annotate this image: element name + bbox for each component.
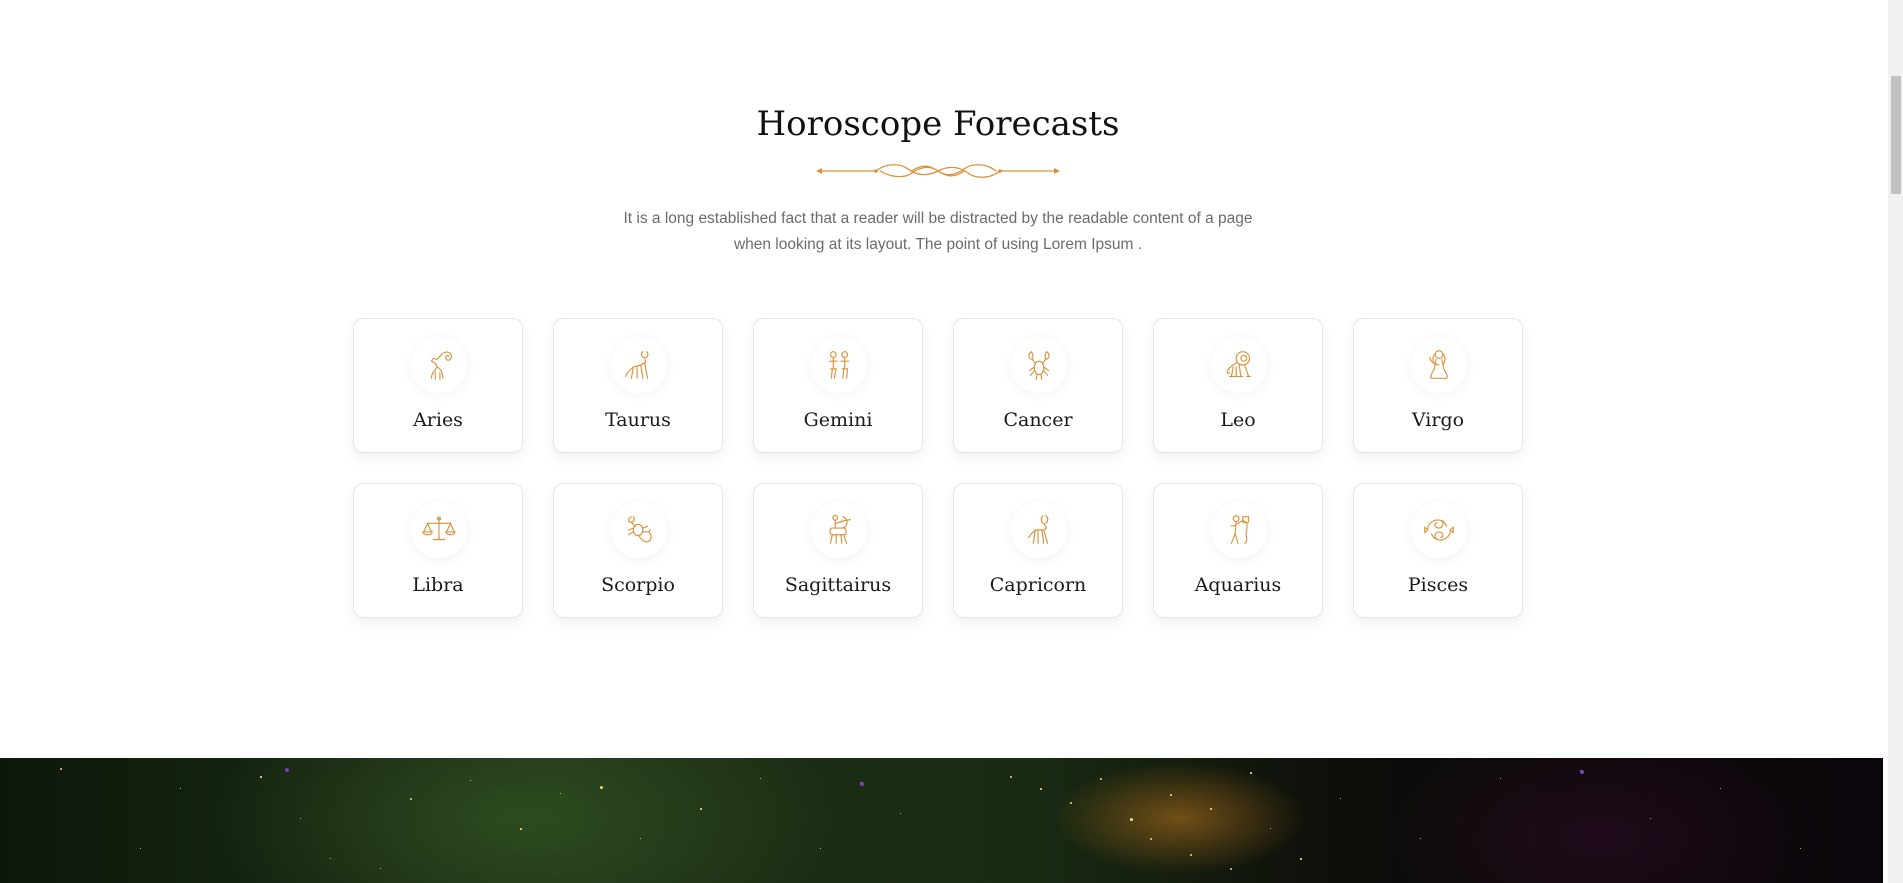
zodiac-label: Pisces xyxy=(1407,574,1469,596)
icon-badge xyxy=(811,502,867,558)
aquarius-water-bearer-icon xyxy=(1230,515,1250,544)
zodiac-card-pisces[interactable]: Pisces xyxy=(1353,483,1523,618)
star-speck xyxy=(410,798,412,800)
zodiac-label: Libra xyxy=(412,574,464,596)
star-speck xyxy=(1580,770,1584,774)
star-speck xyxy=(180,788,181,789)
zodiac-label: Leo xyxy=(1220,409,1256,431)
description-line: when looking at its layout. The point of… xyxy=(733,236,1143,253)
icon-badge xyxy=(611,337,667,393)
zodiac-card-taurus[interactable]: Taurus xyxy=(553,318,723,453)
star-speck xyxy=(330,858,331,859)
zodiac-card-sagittarius[interactable]: Sagittairus xyxy=(753,483,923,618)
icon-badge xyxy=(1011,337,1067,393)
horoscope-section: Horoscope Forecasts It is a long establi… xyxy=(0,0,1883,758)
icon-badge xyxy=(1411,337,1467,393)
zodiac-label: Capricorn xyxy=(989,574,1087,596)
description-line: It is a long established fact that a rea… xyxy=(623,210,1253,227)
sagittarius-archer-icon xyxy=(829,514,851,544)
gemini-twins-icon xyxy=(828,351,850,379)
star-speck xyxy=(1650,818,1651,819)
icon-badge xyxy=(1411,502,1467,558)
zodiac-card-virgo[interactable]: Virgo xyxy=(1353,318,1523,453)
space-banner-image xyxy=(0,758,1883,883)
star-speck xyxy=(300,818,301,819)
star-speck xyxy=(470,780,471,781)
icon-badge xyxy=(411,502,467,558)
zodiac-grid: Aries Taurus Gemini Cancer Leo Virgo Lib… xyxy=(353,318,1523,618)
taurus-bull-icon xyxy=(625,351,649,379)
star-speck xyxy=(1210,808,1212,810)
star-speck xyxy=(560,793,561,794)
zodiac-card-gemini[interactable]: Gemini xyxy=(753,318,923,453)
section-description: It is a long established fact that a rea… xyxy=(0,206,1876,258)
star-speck xyxy=(640,838,641,839)
star-speck xyxy=(700,808,702,810)
ornament-divider-icon xyxy=(816,164,1060,178)
icon-badge xyxy=(1211,502,1267,558)
star-speck xyxy=(1270,828,1271,829)
zodiac-label: Gemini xyxy=(803,409,873,431)
cancer-crab-icon xyxy=(1028,351,1050,380)
star-speck xyxy=(1250,772,1252,774)
aries-ram-icon xyxy=(430,351,452,380)
star-speck xyxy=(380,868,381,869)
star-speck xyxy=(1100,778,1102,780)
zodiac-card-aries[interactable]: Aries xyxy=(353,318,523,453)
star-speck xyxy=(1070,802,1072,804)
zodiac-label: Cancer xyxy=(1003,409,1073,431)
star-speck xyxy=(140,848,141,849)
star-speck xyxy=(285,768,289,772)
leo-lion-icon xyxy=(1226,351,1251,377)
star-speck xyxy=(760,778,761,779)
scrollbar-thumb[interactable] xyxy=(1891,76,1901,194)
zodiac-card-cancer[interactable]: Cancer xyxy=(953,318,1123,453)
libra-scales-icon xyxy=(422,516,456,541)
zodiac-label: Taurus xyxy=(605,409,671,431)
star-speck xyxy=(1720,788,1721,789)
star-speck xyxy=(900,813,901,814)
star-speck xyxy=(600,786,603,789)
icon-badge xyxy=(411,337,467,393)
zodiac-card-capricorn[interactable]: Capricorn xyxy=(953,483,1123,618)
star-speck xyxy=(260,776,262,778)
star-speck xyxy=(1040,788,1042,790)
icon-badge xyxy=(1011,502,1067,558)
zodiac-label: Sagittairus xyxy=(784,574,892,596)
star-speck xyxy=(1340,798,1341,799)
zodiac-label: Aquarius xyxy=(1194,574,1282,596)
star-speck xyxy=(1010,776,1012,778)
page-scrollbar[interactable] xyxy=(1888,0,1903,883)
page: Horoscope Forecasts It is a long establi… xyxy=(0,0,1903,883)
icon-badge xyxy=(611,502,667,558)
zodiac-card-scorpio[interactable]: Scorpio xyxy=(553,483,723,618)
star-speck xyxy=(1500,778,1501,779)
pisces-fish-icon xyxy=(1424,519,1454,541)
star-speck xyxy=(520,828,522,830)
virgo-maiden-icon xyxy=(1428,350,1448,379)
star-speck xyxy=(1230,868,1232,870)
star-speck xyxy=(860,782,864,786)
scorpio-scorpion-icon xyxy=(627,516,652,543)
star-speck xyxy=(1170,794,1172,796)
star-speck xyxy=(1800,848,1801,849)
star-speck xyxy=(1190,854,1192,856)
zodiac-card-aquarius[interactable]: Aquarius xyxy=(1153,483,1323,618)
zodiac-label: Aries xyxy=(413,409,463,431)
icon-badge xyxy=(811,337,867,393)
zodiac-card-leo[interactable]: Leo xyxy=(1153,318,1323,453)
zodiac-card-libra[interactable]: Libra xyxy=(353,483,523,618)
capricorn-goat-icon xyxy=(1027,515,1049,544)
star-speck xyxy=(1150,838,1152,840)
star-speck xyxy=(60,768,62,770)
section-title: Horoscope Forecasts xyxy=(756,104,1120,144)
zodiac-label: Scorpio xyxy=(601,574,675,596)
icon-badge xyxy=(1211,337,1267,393)
zodiac-label: Virgo xyxy=(1411,409,1465,431)
star-speck xyxy=(820,848,821,849)
star-speck xyxy=(1420,838,1421,839)
star-speck xyxy=(1130,818,1133,821)
star-speck xyxy=(1300,858,1302,860)
